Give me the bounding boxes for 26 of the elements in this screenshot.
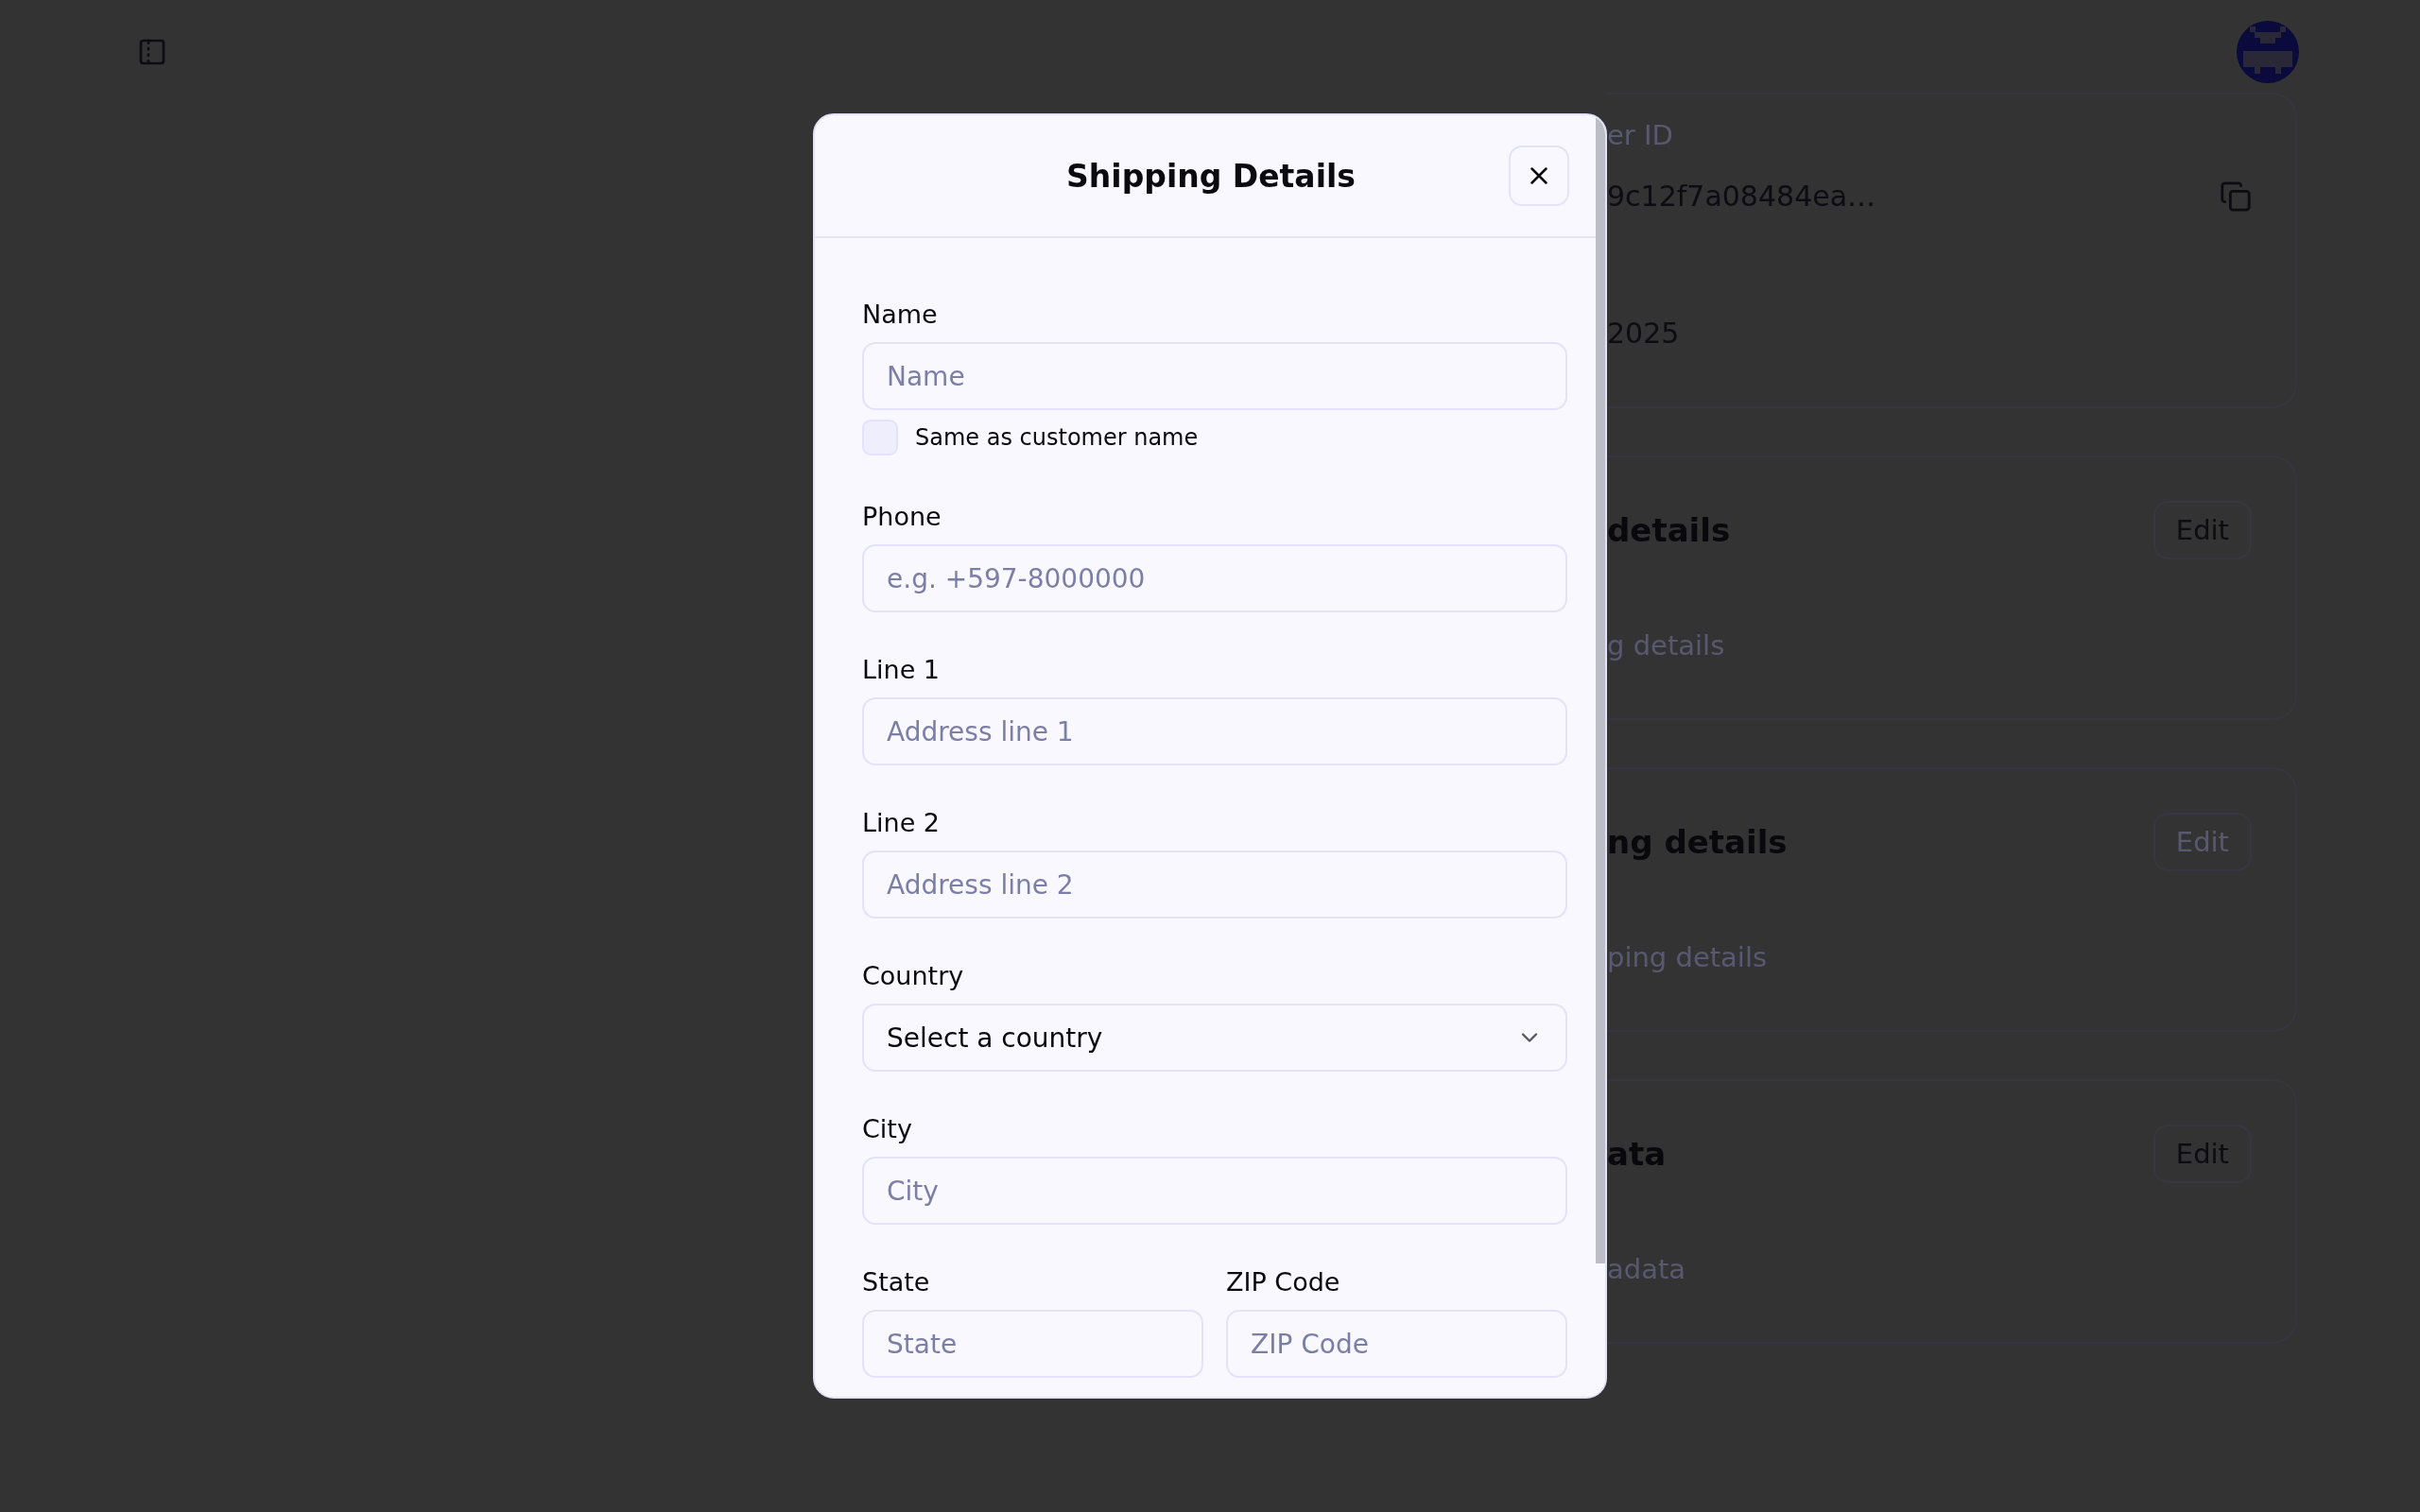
field-label: Line 2 bbox=[862, 807, 942, 839]
field-label: Name bbox=[862, 299, 939, 331]
text-field[interactable]: Name bbox=[862, 342, 1567, 410]
dialog-title: Shipping Details bbox=[1066, 157, 1356, 195]
field-label: Country bbox=[862, 960, 965, 992]
text-field[interactable]: e.g. +597-8000000 bbox=[862, 544, 1567, 612]
field-label: er ID bbox=[1607, 119, 1674, 151]
text-field[interactable]: City bbox=[862, 1157, 1567, 1225]
section-subtitle: adata bbox=[1607, 1253, 1687, 1285]
text-field[interactable]: State bbox=[862, 1310, 1203, 1378]
sidebar-toggle-icon[interactable] bbox=[137, 37, 167, 67]
field-label: Phone bbox=[862, 501, 942, 533]
section-subtitle: g details bbox=[1607, 629, 1726, 662]
text-field[interactable]: Address line 1 bbox=[862, 697, 1567, 765]
section-subtitle: ping details bbox=[1607, 941, 1769, 973]
field-label: Line 1 bbox=[862, 654, 942, 686]
text-field[interactable]: ZIP Code bbox=[1226, 1310, 1567, 1378]
close-button[interactable] bbox=[1509, 146, 1569, 206]
field-label: ZIP Code bbox=[1226, 1266, 1341, 1298]
country-select[interactable]: Select a country bbox=[862, 1004, 1567, 1072]
field-label: State bbox=[862, 1266, 931, 1298]
field-label: City bbox=[862, 1113, 913, 1145]
avatar-icon[interactable] bbox=[2237, 21, 2299, 83]
copy-icon[interactable] bbox=[2220, 180, 2252, 213]
checkbox-label: Same as customer name bbox=[915, 424, 1199, 451]
text-field[interactable]: Address line 2 bbox=[862, 850, 1567, 919]
